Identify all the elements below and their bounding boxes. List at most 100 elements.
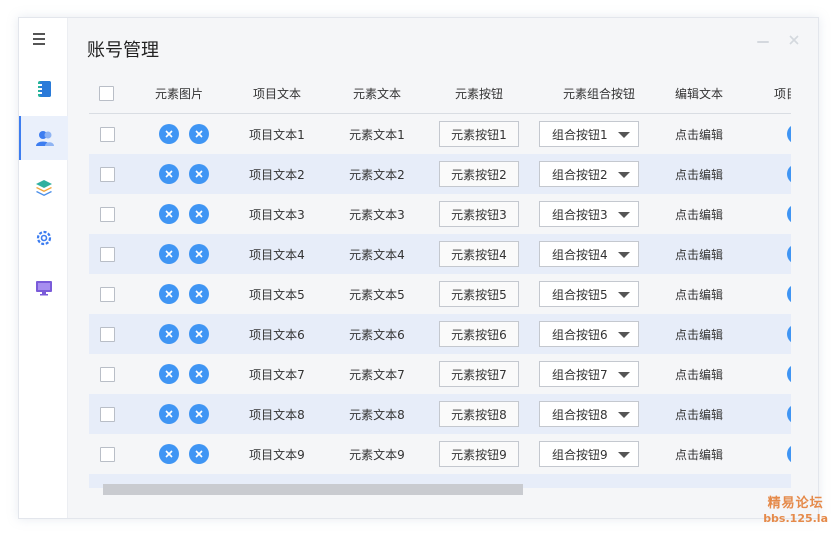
sidebar-item-settings[interactable] bbox=[19, 216, 68, 260]
element-button[interactable]: 元素按钮6 bbox=[439, 321, 519, 347]
checkbox[interactable] bbox=[99, 86, 114, 101]
combo-dropdown[interactable]: 组合按钮1 bbox=[539, 121, 639, 147]
chevron-down-icon bbox=[618, 292, 630, 298]
table-row[interactable]: 项目文本9 元素文本9 元素按钮9 组合按钮9 点击编辑 bbox=[89, 434, 791, 474]
combo-dropdown[interactable]: 组合按钮5 bbox=[539, 281, 639, 307]
sidebar-item-account[interactable] bbox=[19, 116, 68, 160]
close-icon[interactable] bbox=[189, 164, 209, 184]
close-icon[interactable] bbox=[189, 324, 209, 344]
round-button-icon[interactable] bbox=[787, 284, 791, 304]
element-button[interactable]: 元素按钮9 bbox=[439, 441, 519, 467]
edit-text[interactable]: 点击编辑 bbox=[659, 434, 739, 474]
scrollbar-thumb[interactable] bbox=[103, 484, 523, 495]
round-button-icon[interactable] bbox=[787, 324, 791, 344]
close-icon[interactable] bbox=[159, 164, 179, 184]
combo-dropdown[interactable]: 组合按钮6 bbox=[539, 321, 639, 347]
close-icon[interactable] bbox=[159, 244, 179, 264]
menu-icon[interactable] bbox=[33, 33, 49, 47]
combo-value: 组合按钮2 bbox=[552, 167, 608, 182]
edit-text[interactable]: 点击编辑 bbox=[659, 154, 739, 194]
round-button-icon[interactable] bbox=[787, 404, 791, 424]
close-icon[interactable] bbox=[189, 244, 209, 264]
close-icon[interactable] bbox=[159, 364, 179, 384]
round-button-icon[interactable] bbox=[787, 244, 791, 264]
sidebar-item-display[interactable] bbox=[19, 266, 68, 310]
header-element-text: 元素文本 bbox=[352, 87, 401, 101]
edit-text[interactable]: 点击编辑 bbox=[659, 274, 739, 314]
edit-text[interactable]: 点击编辑 bbox=[659, 114, 739, 154]
table-row[interactable]: 项目文本6 元素文本6 元素按钮6 组合按钮6 点击编辑 bbox=[89, 314, 791, 354]
round-button-icon[interactable] bbox=[787, 204, 791, 224]
table-header: 元素图片 项目文本 元素文本 元素按钮 元素组合按钮 编辑文本 项目 bbox=[89, 74, 791, 114]
element-button[interactable]: 元素按钮5 bbox=[439, 281, 519, 307]
edit-text[interactable]: 点击编辑 bbox=[659, 194, 739, 234]
close-button[interactable] bbox=[787, 32, 801, 46]
element-button[interactable]: 元素按钮8 bbox=[439, 401, 519, 427]
row-checkbox[interactable] bbox=[99, 406, 115, 422]
combo-dropdown[interactable]: 组合按钮4 bbox=[539, 241, 639, 267]
table-row[interactable]: 项目文本8 元素文本8 元素按钮8 组合按钮8 点击编辑 bbox=[89, 394, 791, 434]
table-row[interactable]: 项目文本4 元素文本4 元素按钮4 组合按钮4 点击编辑 bbox=[89, 234, 791, 274]
round-button-icon[interactable] bbox=[787, 124, 791, 144]
element-button-cell: 元素按钮4 bbox=[439, 234, 519, 274]
combo-dropdown[interactable]: 组合按钮7 bbox=[539, 361, 639, 387]
close-icon[interactable] bbox=[189, 124, 209, 144]
select-all-checkbox[interactable] bbox=[99, 86, 115, 102]
element-button[interactable]: 元素按钮3 bbox=[439, 201, 519, 227]
edit-text[interactable]: 点击编辑 bbox=[659, 314, 739, 354]
row-checkbox[interactable] bbox=[99, 326, 115, 342]
element-button[interactable]: 元素按钮2 bbox=[439, 161, 519, 187]
round-button-icon[interactable] bbox=[787, 164, 791, 184]
row-checkbox[interactable] bbox=[99, 366, 115, 382]
minimize-button[interactable] bbox=[756, 32, 770, 46]
combo-dropdown[interactable]: 组合按钮8 bbox=[539, 401, 639, 427]
edit-text[interactable]: 点击编辑 bbox=[659, 394, 739, 434]
round-button-icon[interactable] bbox=[787, 444, 791, 464]
table-row[interactable]: 项目文本1 元素文本1 元素按钮1 组合按钮1 点击编辑 bbox=[89, 114, 791, 154]
element-button[interactable]: 元素按钮7 bbox=[439, 361, 519, 387]
close-icon[interactable] bbox=[159, 324, 179, 344]
row-checkbox[interactable] bbox=[99, 166, 115, 182]
chevron-down-icon bbox=[618, 372, 630, 378]
table-row[interactable]: 项目文本7 元素文本7 元素按钮7 组合按钮7 点击编辑 bbox=[89, 354, 791, 394]
image-cell bbox=[149, 274, 219, 314]
element-button[interactable]: 元素按钮1 bbox=[439, 121, 519, 147]
table-row[interactable]: 项目文本3 元素文本3 元素按钮3 组合按钮3 点击编辑 bbox=[89, 194, 791, 234]
row-checkbox[interactable] bbox=[99, 446, 115, 462]
project-cell bbox=[779, 234, 791, 274]
horizontal-scrollbar[interactable] bbox=[101, 484, 803, 495]
edit-text[interactable]: 点击编辑 bbox=[659, 354, 739, 394]
close-icon[interactable] bbox=[189, 204, 209, 224]
sidebar-item-notebook[interactable] bbox=[19, 67, 68, 111]
close-icon[interactable] bbox=[159, 404, 179, 424]
close-icon[interactable] bbox=[189, 284, 209, 304]
table-row[interactable]: 项目文本5 元素文本5 元素按钮5 组合按钮5 点击编辑 bbox=[89, 274, 791, 314]
project-cell bbox=[779, 154, 791, 194]
close-icon[interactable] bbox=[159, 204, 179, 224]
row-checkbox[interactable] bbox=[99, 286, 115, 302]
round-button-icon[interactable] bbox=[787, 364, 791, 384]
combo-value: 组合按钮7 bbox=[552, 367, 608, 382]
combo-cell: 组合按钮5 bbox=[539, 274, 639, 314]
close-icon[interactable] bbox=[189, 404, 209, 424]
item-text: 项目文本8 bbox=[249, 407, 305, 422]
close-icon[interactable] bbox=[159, 284, 179, 304]
combo-dropdown[interactable]: 组合按钮9 bbox=[539, 441, 639, 467]
element-text: 元素文本1 bbox=[349, 127, 405, 142]
table-row[interactable]: 项目文本2 元素文本2 元素按钮2 组合按钮2 点击编辑 bbox=[89, 154, 791, 194]
edit-text[interactable]: 点击编辑 bbox=[659, 234, 739, 274]
row-checkbox[interactable] bbox=[99, 246, 115, 262]
close-icon[interactable] bbox=[159, 124, 179, 144]
sidebar-item-layers[interactable] bbox=[19, 166, 68, 210]
close-icon[interactable] bbox=[189, 364, 209, 384]
element-text: 元素文本8 bbox=[349, 407, 405, 422]
combo-dropdown[interactable]: 组合按钮2 bbox=[539, 161, 639, 187]
element-text: 元素文本6 bbox=[349, 327, 405, 342]
close-icon[interactable] bbox=[159, 444, 179, 464]
element-button[interactable]: 元素按钮4 bbox=[439, 241, 519, 267]
chevron-down-icon bbox=[618, 412, 630, 418]
close-icon[interactable] bbox=[189, 444, 209, 464]
combo-dropdown[interactable]: 组合按钮3 bbox=[539, 201, 639, 227]
row-checkbox[interactable] bbox=[99, 126, 115, 142]
row-checkbox[interactable] bbox=[99, 206, 115, 222]
